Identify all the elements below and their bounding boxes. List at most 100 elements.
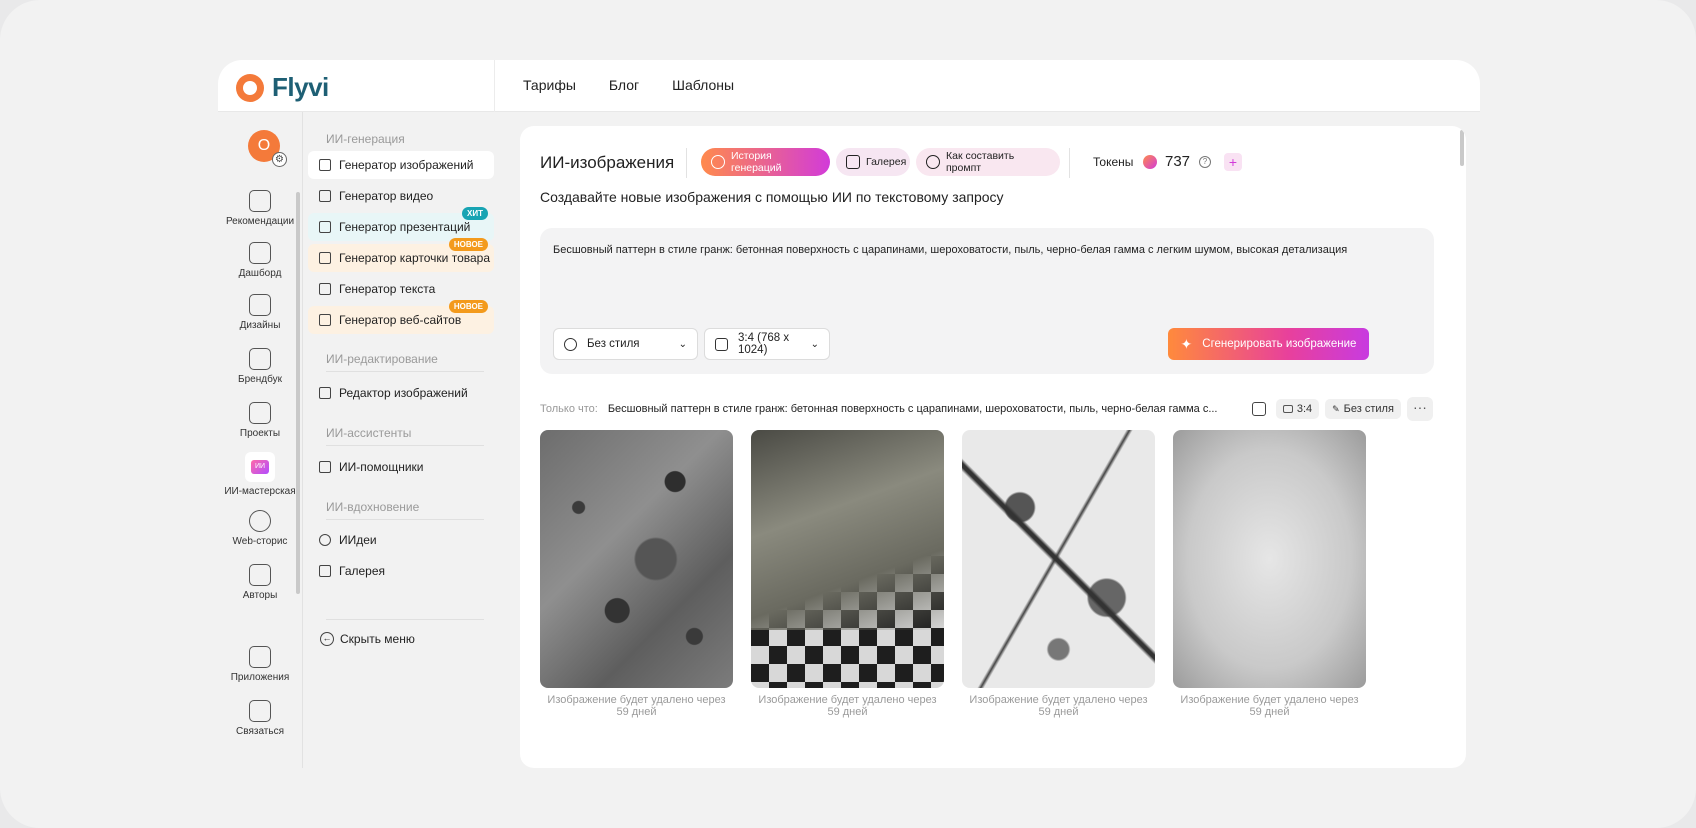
menu-item-gallery[interactable]: Галерея — [308, 557, 494, 585]
menu-item-label: ИИдеи — [339, 533, 377, 547]
recent-prompt: Бесшовный паттерн в стиле гранж: бетонна… — [607, 403, 1218, 415]
brush-icon: ✎ — [1332, 403, 1340, 414]
menu-divider — [326, 619, 484, 620]
result-image[interactable] — [1173, 430, 1366, 688]
menu-divider — [326, 371, 484, 372]
style-select-value: Без стиля — [587, 338, 640, 350]
brand-name: Flyvi — [272, 72, 329, 102]
rail-scrollbar[interactable] — [296, 192, 300, 594]
brandbook-icon — [249, 348, 271, 370]
rail-item-recommendations[interactable]: Рекомендации — [218, 190, 302, 227]
menu-item-label: Генератор карточки товара — [339, 251, 491, 265]
result-image[interactable] — [962, 430, 1155, 688]
result-card[interactable]: Изображение будет удалено через 59 дней — [1173, 430, 1366, 718]
menu-item-site-generator[interactable]: Генератор веб-сайтов НОВОЕ — [308, 300, 494, 334]
chat-icon — [249, 700, 271, 722]
menu-item-presentation-generator[interactable]: Генератор презентаций ХИТ — [308, 207, 494, 241]
menu-item-video-generator[interactable]: Генератор видео — [308, 182, 494, 210]
rail-label: ИИ-мастерская — [224, 486, 296, 497]
menu-item-card-generator[interactable]: Генератор карточки товара НОВОЕ — [308, 238, 494, 272]
logo-mark-icon — [236, 73, 264, 102]
menu-item-image-generator[interactable]: Генератор изображений — [308, 151, 494, 179]
rail-label: Дизайны — [239, 320, 281, 331]
prompt-guide-button[interactable]: Как составить промпт — [916, 148, 1060, 176]
title-divider — [686, 148, 687, 178]
menu-item-label: Редактор изображений — [339, 386, 468, 400]
side-menu: ИИ-генерация Генератор изображений Генер… — [308, 112, 496, 768]
help-icon[interactable]: ? — [1199, 156, 1211, 168]
gallery-button[interactable]: Галерея — [836, 148, 910, 176]
rail-item-apps[interactable]: Приложения — [218, 646, 302, 683]
token-coin-icon — [1143, 155, 1157, 169]
rail-label: Web-сторис — [232, 536, 288, 547]
result-image[interactable] — [751, 430, 944, 688]
section-ai-editing: ИИ-редактирование — [326, 352, 438, 366]
nav-pricing[interactable]: Тарифы — [523, 77, 576, 93]
menu-item-ai-helpers[interactable]: ИИ-помощники — [308, 453, 494, 481]
rail-label: Дашборд — [238, 268, 282, 279]
rail-item-projects[interactable]: Проекты — [218, 402, 302, 439]
history-button[interactable]: История генераций — [701, 148, 830, 176]
hit-badge: ХИТ — [462, 207, 488, 220]
nav-blog[interactable]: Блог — [609, 77, 639, 93]
rail-item-brandbook[interactable]: Брендбук — [218, 348, 302, 385]
new-badge: НОВОЕ — [448, 238, 488, 251]
copy-icon[interactable] — [1251, 402, 1266, 416]
lightbulb-icon — [319, 534, 331, 546]
recent-generation-bar: Только что: Бесшовный паттерн в стиле гр… — [540, 397, 1434, 421]
menu-item-ideas[interactable]: ИИдеи — [308, 526, 494, 554]
menu-item-image-editor[interactable]: Редактор изображений — [308, 379, 494, 407]
gallery-icon — [319, 565, 331, 577]
menu-item-text-generator[interactable]: Генератор текста — [308, 275, 494, 303]
rail-label: Брендбук — [238, 374, 282, 385]
text-generator-icon — [319, 283, 331, 295]
result-card[interactable]: Изображение будет удалено через 59 дней — [751, 430, 944, 718]
header-divider — [494, 60, 495, 112]
top-nav: Тарифы Блог Шаблоны — [523, 77, 734, 93]
result-image[interactable] — [540, 430, 733, 688]
ratio-select[interactable]: 3:4 (768 x 1024) ⌄ — [704, 328, 830, 360]
section-ai-inspiration: ИИ-вдохновение — [326, 500, 420, 514]
info-icon — [926, 155, 940, 169]
menu-item-label: Галерея — [339, 564, 386, 578]
result-card[interactable]: Изображение будет удалено через 59 дней — [962, 430, 1155, 718]
page-subtitle: Создавайте новые изображения с помощью И… — [540, 189, 1004, 205]
apps-icon — [249, 646, 271, 668]
prompt-area[interactable]: Бесшовный паттерн в стиле гранж: бетонна… — [540, 228, 1434, 374]
nav-templates[interactable]: Шаблоны — [672, 77, 734, 93]
rail-item-web-stories[interactable]: Web-сторис — [218, 510, 302, 547]
ai-workshop-icon: ИИ — [245, 452, 275, 482]
image-editor-icon — [319, 387, 331, 399]
panel-scrollbar[interactable] — [1460, 130, 1464, 166]
rail-item-ai-workshop[interactable]: ИИ ИИ-мастерская — [218, 452, 302, 497]
settings-gear-icon[interactable]: ⚙ — [272, 152, 287, 167]
designs-icon — [249, 294, 271, 316]
generate-button[interactable]: ✦ Сгенерировать изображение — [1168, 328, 1369, 360]
history-label: История генераций — [731, 150, 782, 174]
ai-badge-text: ИИ — [251, 460, 269, 474]
prompt-input[interactable]: Бесшовный паттерн в стиле гранж: бетонна… — [553, 242, 1413, 258]
rail-item-authors[interactable]: Авторы — [218, 564, 302, 601]
logo[interactable]: Flyvi — [236, 72, 329, 103]
tokens-label: Токены — [1093, 155, 1134, 169]
dashboard-icon — [249, 242, 271, 264]
result-card[interactable]: Изображение будет удалено через 59 дней — [540, 430, 733, 718]
more-options-button[interactable]: ··· — [1406, 397, 1433, 421]
style-select[interactable]: Без стиля ⌄ — [553, 328, 698, 360]
rail-divider — [302, 112, 303, 768]
aspect-ratio-icon — [1282, 405, 1293, 413]
rail-item-contact[interactable]: Связаться — [218, 700, 302, 737]
history-icon — [711, 155, 725, 169]
add-tokens-button[interactable]: + — [1224, 153, 1242, 171]
site-generator-icon — [319, 314, 331, 326]
menu-item-label: Генератор видео — [339, 189, 434, 203]
rail-item-designs[interactable]: Дизайны — [218, 294, 302, 331]
rail-item-dashboard[interactable]: Дашборд — [218, 242, 302, 279]
presentation-generator-icon — [319, 221, 331, 233]
tokens-value: 737 — [1165, 153, 1191, 170]
hide-menu-label: Скрыть меню — [340, 632, 415, 646]
hide-menu-button[interactable]: ← Скрыть меню — [320, 632, 415, 646]
image-generator-icon — [319, 159, 331, 171]
video-generator-icon — [319, 190, 331, 202]
result-caption: Изображение будет удалено через 59 дней — [969, 694, 1148, 718]
